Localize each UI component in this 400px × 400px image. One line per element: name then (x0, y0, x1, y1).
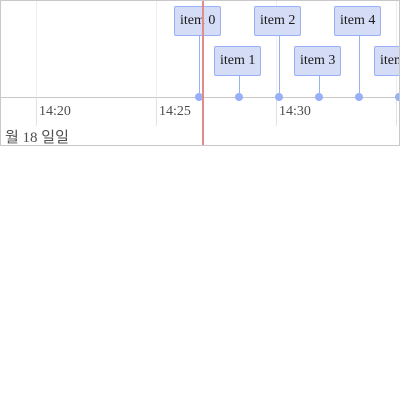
item-dot[interactable] (275, 93, 283, 101)
axis-tick (36, 97, 37, 126)
date-label: 월 18 일일 (5, 130, 69, 146)
item-dot[interactable] (235, 93, 243, 101)
item-stem (359, 36, 360, 97)
timeline-item-4[interactable]: item 4 (334, 6, 382, 36)
axis-tick (396, 97, 397, 126)
grid-line (36, 1, 37, 97)
current-time-marker (202, 1, 204, 145)
grid-line (156, 1, 157, 97)
item-dot[interactable] (355, 93, 363, 101)
axis-label-1425: 14:25 (159, 104, 191, 119)
timeline-item-3[interactable]: item 3 (294, 46, 342, 76)
axis-label-1420: 14:20 (39, 104, 71, 119)
axis-label-1430: 14:30 (279, 104, 311, 119)
timeline-item-1[interactable]: item 1 (214, 46, 262, 76)
item-stem (199, 36, 200, 97)
axis-tick (156, 97, 157, 126)
item-dot[interactable] (315, 93, 323, 101)
item-dot[interactable] (395, 93, 399, 101)
timeline[interactable]: 14:20 14:25 14:30 월 18 일일 item 0 item 1 … (0, 0, 400, 146)
timeline-item-2[interactable]: item 2 (254, 6, 302, 36)
axis-tick (276, 97, 277, 126)
item-stem (279, 36, 280, 97)
timeline-item-5[interactable]: item 5 (374, 46, 399, 76)
timeline-item-0[interactable]: item 0 (174, 6, 222, 36)
